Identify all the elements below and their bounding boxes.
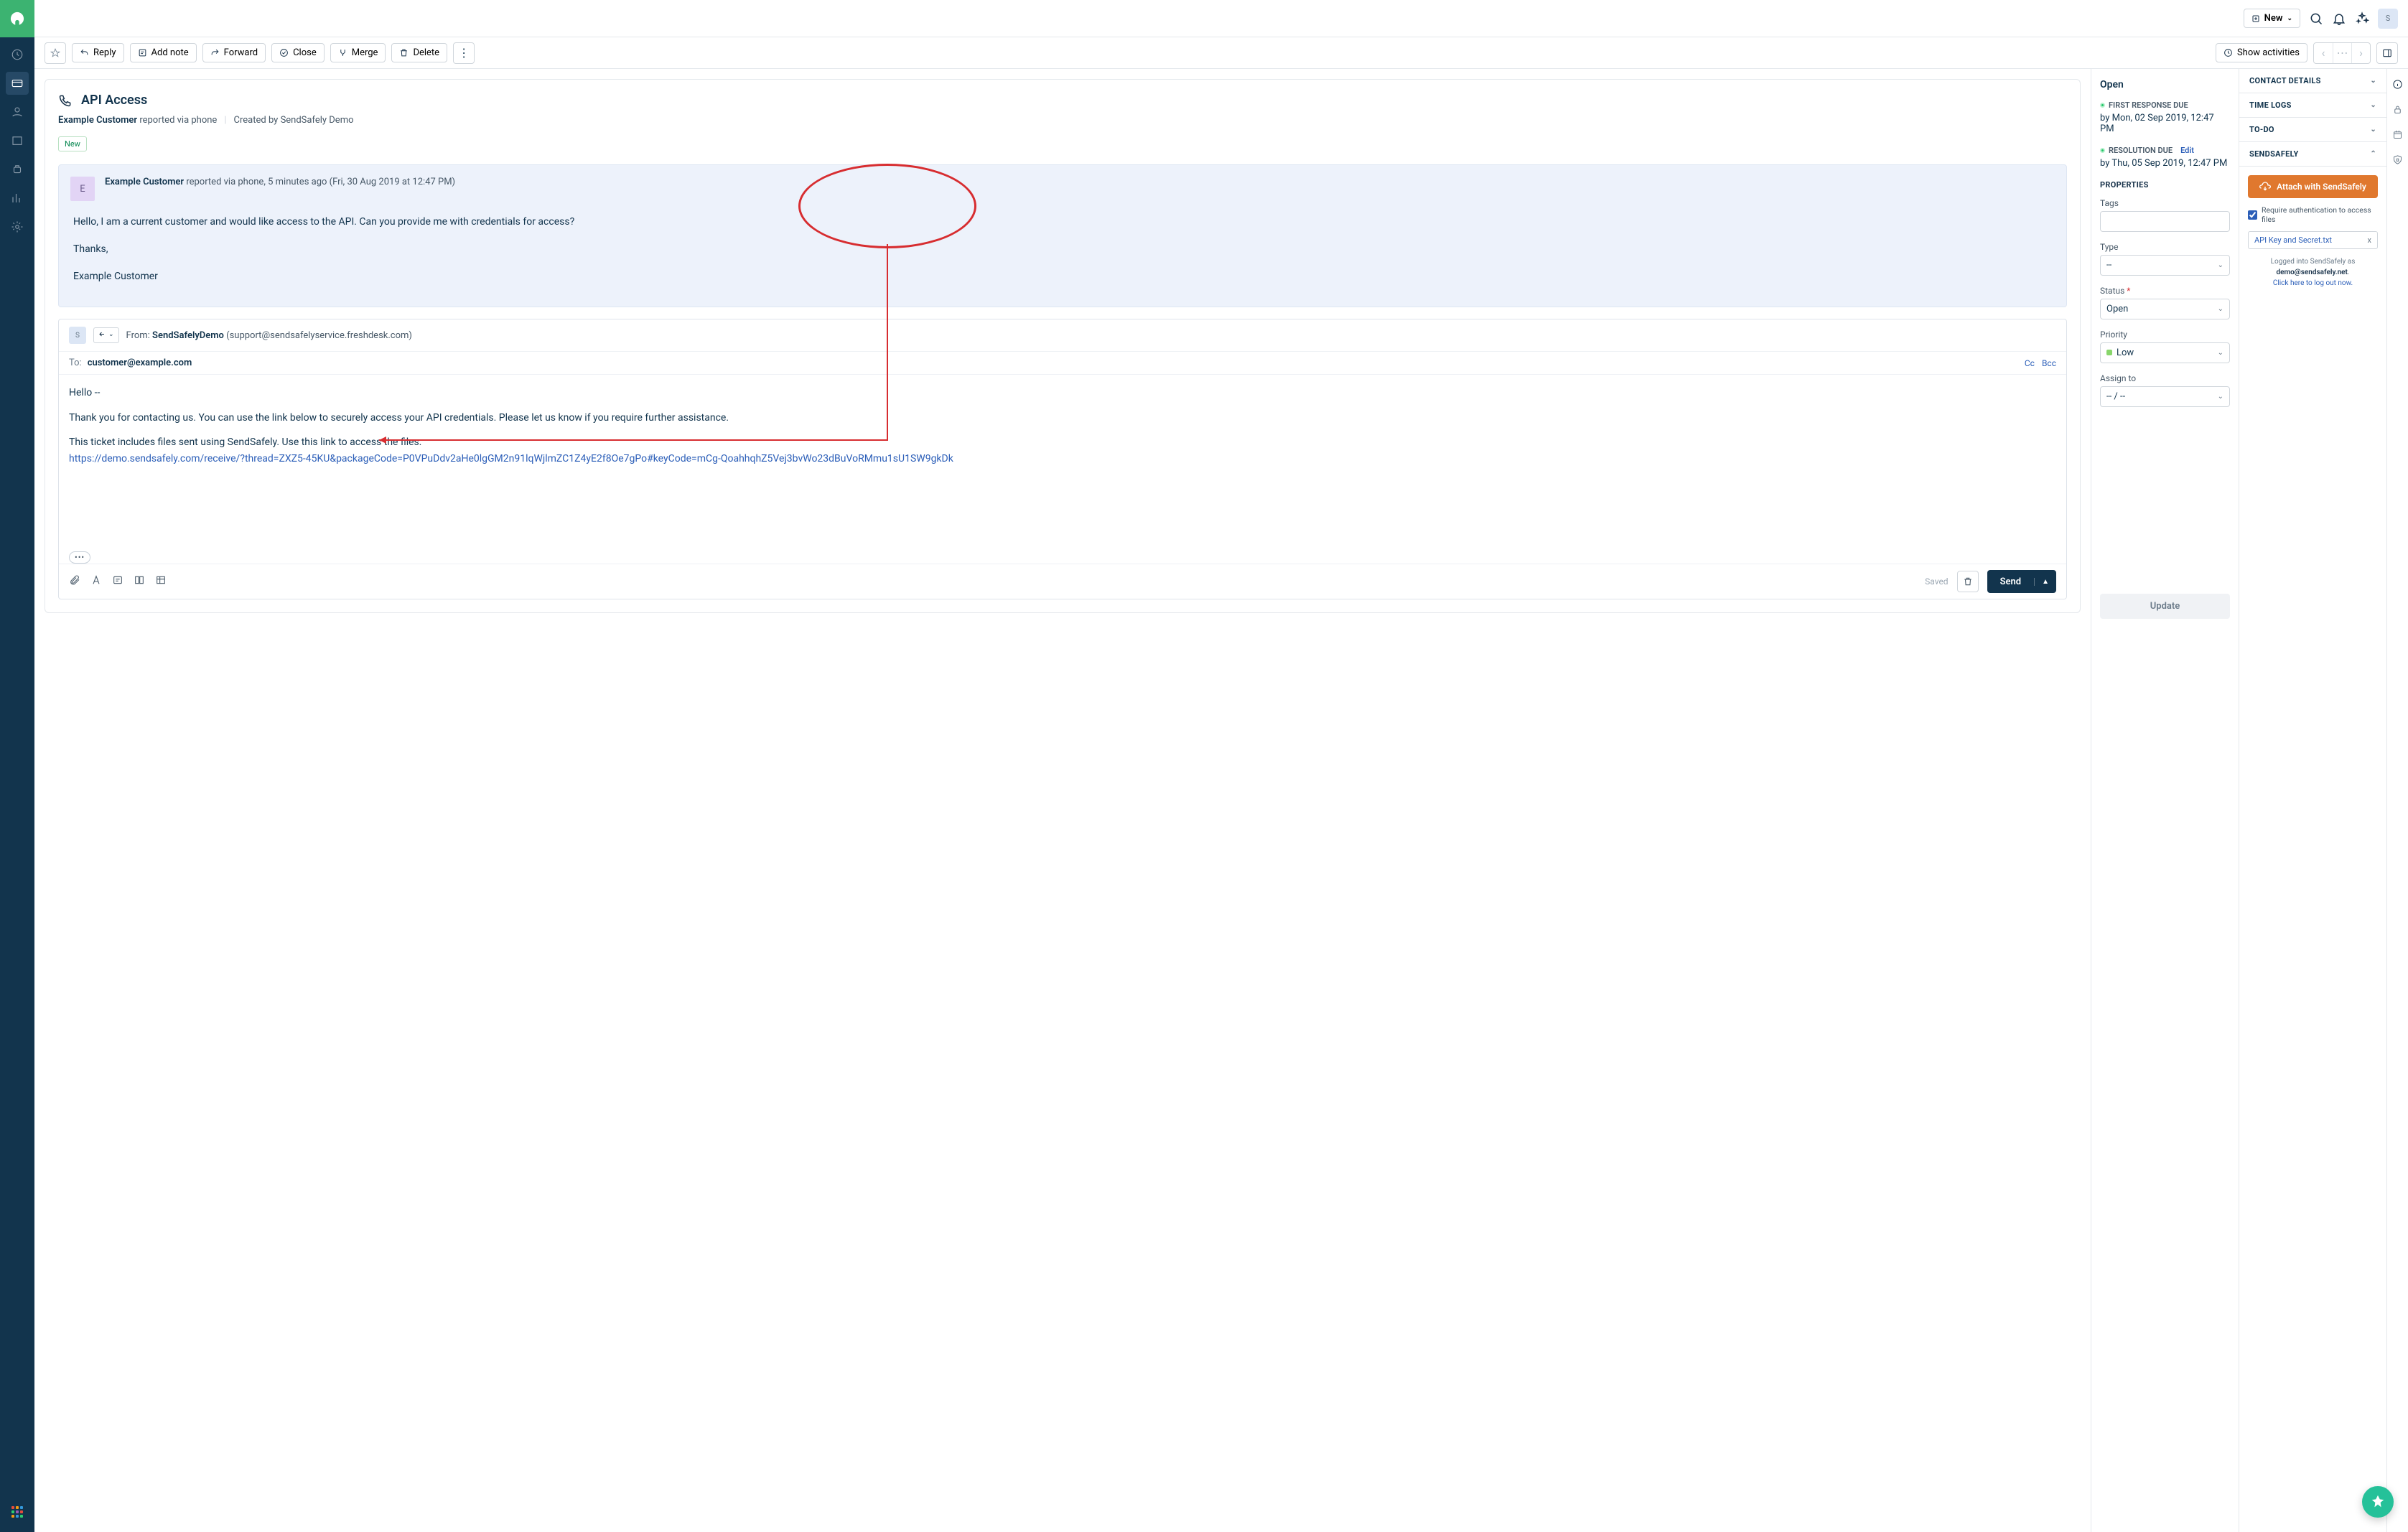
accordion-sendsafely[interactable]: SENDSAFELY⌃ [2239,142,2386,167]
ticket-toolbar: Reply Add note Forward Close Merge Delet… [34,37,2408,69]
remove-file-icon[interactable]: x [2368,235,2371,245]
update-button[interactable]: Update [2100,594,2230,619]
expand-quoted[interactable]: ••• [69,551,90,564]
more-button[interactable]: ⋮ [453,42,475,64]
add-note-button[interactable]: Add note [130,43,197,62]
header: New ⌄ S [34,0,2408,37]
sendsafely-panel: Attach with SendSafely Require authentic… [2239,167,2386,297]
calendar-icon[interactable] [2392,129,2403,143]
merge-button[interactable]: Merge [330,43,386,62]
assign-select[interactable]: -- / --⌄ [2100,386,2230,407]
table-icon[interactable] [155,574,167,589]
nav-solutions[interactable] [6,129,29,152]
delete-button[interactable]: Delete [391,43,447,62]
shield-icon[interactable] [2392,154,2403,168]
to-field[interactable]: customer@example.com [88,358,192,368]
prev-ticket[interactable]: ‹ [2314,43,2333,63]
accordion-todo[interactable]: TO-DO⌄ [2239,118,2386,142]
nav-reports[interactable] [6,187,29,210]
status-badge: New [58,136,87,151]
agent-avatar: S [69,327,86,344]
user-avatar[interactable]: S [2378,9,2398,29]
tags-input[interactable] [2100,211,2230,232]
next-ticket[interactable]: › [2351,43,2370,63]
nav-tickets[interactable] [6,72,29,95]
notification-icon[interactable] [2332,11,2346,26]
ticket-status-label: Open [2100,79,2230,90]
attach-icon[interactable] [69,574,80,589]
send-button[interactable]: Send ▲ [1987,570,2056,593]
type-select[interactable]: --⌄ [2100,255,2230,276]
nav-apps[interactable] [6,1500,29,1523]
bcc-button[interactable]: Bcc [2042,358,2056,368]
ticket-main: API Access Example Customer reported via… [34,69,2091,1532]
attached-file[interactable]: API Key and Secret.txtx [2248,231,2378,249]
nav-contacts[interactable] [6,101,29,123]
sendsafely-login-info: Logged into SendSafely as demo@sendsafel… [2248,256,2378,289]
brand-icon[interactable] [0,0,34,37]
sendsafely-link[interactable]: https://demo.sendsafely.com/receive/?thr… [69,453,953,464]
lock-icon[interactable] [2392,104,2403,118]
created-by: SendSafely Demo [281,115,354,126]
logout-link[interactable]: Click here to log out now. [2273,279,2353,287]
customer-name: Example Customer [58,115,137,126]
forward-button[interactable]: Forward [202,43,266,62]
info-icon[interactable] [2392,79,2403,93]
priority-select[interactable]: Low⌄ [2100,342,2230,363]
require-auth-checkbox[interactable]: Require authentication to access files [2248,205,2378,224]
apps-panel: CONTACT DETAILS⌄ TIME LOGS⌄ TO-DO⌄ SENDS… [2239,69,2386,1532]
knowledge-base-icon[interactable] [134,574,145,589]
nav-automations[interactable] [6,158,29,181]
original-message: E Example Customer reported via phone, 5… [58,164,2067,307]
phone-icon [58,93,73,108]
accordion-contact[interactable]: CONTACT DETAILS⌄ [2239,69,2386,93]
reply-button[interactable]: Reply [72,43,124,62]
nav-dashboard[interactable] [6,43,29,66]
whats-new-icon[interactable] [2355,11,2369,26]
ticket-pager: ‹ ⋯ › [2313,42,2371,64]
status-dot [2100,148,2105,153]
chevron-down-icon: ⌄ [2287,15,2292,22]
saved-label: Saved [1925,576,1948,587]
reported-via: reported via phone [139,115,217,126]
new-button[interactable]: New ⌄ [2244,9,2300,28]
ticket-title: API Access [81,93,147,108]
show-activities-button[interactable]: Show activities [2216,43,2307,62]
cc-button[interactable]: Cc [2025,358,2035,368]
attach-sendsafely-button[interactable]: Attach with SendSafely [2248,175,2378,198]
canned-response-icon[interactable] [112,574,123,589]
right-strip [2386,69,2408,1532]
toggle-sidepanel[interactable] [2376,42,2398,64]
discard-button[interactable] [1957,571,1979,592]
edit-resolution[interactable]: Edit [2180,146,2194,155]
cloud-upload-icon: Attach with SendSafely [2277,182,2366,192]
send-caret[interactable]: ▲ [2034,578,2056,586]
accordion-timelogs[interactable]: TIME LOGS⌄ [2239,93,2386,118]
left-nav [0,0,34,1532]
pager-dots[interactable]: ⋯ [2333,43,2351,63]
star-button[interactable] [45,42,66,64]
status-dot [2100,103,2105,108]
nav-admin[interactable] [6,215,29,238]
reply-composer: S ⌄ From: SendSafelyDemo (support@sendsa… [58,319,2067,599]
properties-panel: Open FIRST RESPONSE DUE by Mon, 02 Sep 2… [2091,69,2239,1532]
text-format-icon[interactable] [90,574,102,589]
reply-body[interactable]: Hello -- Thank you for contacting us. Yo… [59,375,2066,547]
freshworks-launcher[interactable] [2362,1486,2394,1518]
search-icon[interactable] [2309,11,2323,26]
reply-type-button[interactable]: ⌄ [93,327,119,343]
close-button[interactable]: Close [271,43,325,62]
customer-avatar: E [70,177,95,201]
status-select[interactable]: Open⌄ [2100,299,2230,319]
